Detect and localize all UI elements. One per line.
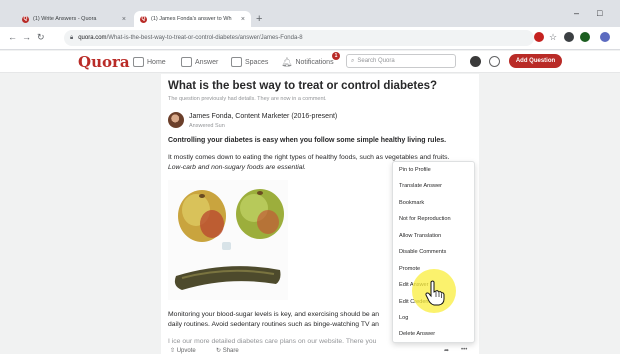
menu-item-delete-answer[interactable]: Delete Answer	[399, 331, 435, 337]
author-name[interactable]: James Fonda, Content Marketer (2016-pres…	[189, 113, 337, 120]
answer-paragraph-faded: I ice our more detailed diabetes care pl…	[168, 338, 377, 345]
nav-spaces[interactable]: Spaces	[231, 51, 268, 73]
menu-item-translate-answer[interactable]: Translate Answer	[399, 183, 442, 189]
share-icon: ↻	[216, 348, 222, 354]
question-subtitle[interactable]: The question previously had details. The…	[168, 96, 327, 102]
share-button[interactable]: ↻ Share	[216, 347, 239, 354]
menu-item-log[interactable]: Log	[399, 315, 408, 321]
extension-icon[interactable]	[534, 32, 544, 42]
answer-options-menu: Pin to Profile Translate Answer Bookmark…	[392, 161, 475, 343]
upvote-button[interactable]: ⇧ Upvote	[170, 347, 196, 354]
nav-notifications[interactable]: 🔔︎ Notifications	[281, 51, 334, 73]
nav-answer[interactable]: Answer	[181, 51, 218, 73]
nav-notifications-label: Notifications	[295, 58, 334, 66]
home-icon	[133, 57, 144, 67]
address-bar[interactable]: 🔒︎ quora.com/What-is-the-best-way-to-tre…	[64, 30, 534, 46]
browser-tab[interactable]: Q (1) Write Answers - Quora ×	[16, 11, 132, 27]
url-path: /What-is-the-best-way-to-treat-or-contro…	[106, 35, 303, 41]
extension-icon[interactable]	[564, 32, 574, 42]
share-arrow-icon[interactable]: ➦	[444, 347, 449, 354]
quora-logo[interactable]: Quora	[78, 51, 130, 73]
notification-badge: 1	[332, 52, 340, 60]
answer-date[interactable]: Answered Sun	[189, 123, 225, 129]
answer-paragraph-italic: Low-carb and non-sugary foods are essent…	[168, 164, 306, 171]
answer-paragraph: Monitoring your blood-sugar levels is ke…	[168, 311, 380, 318]
new-tab-button[interactable]: +	[256, 14, 262, 25]
menu-item-disable-comments[interactable]: Disable Comments	[399, 249, 446, 255]
profile-avatar[interactable]	[600, 32, 610, 42]
answer-action-bar	[161, 346, 479, 354]
close-tab-icon[interactable]: ×	[241, 16, 245, 23]
quora-favicon-icon: Q	[140, 15, 147, 23]
maximize-window-icon[interactable]: □	[597, 8, 602, 18]
spaces-icon	[231, 57, 242, 67]
user-avatar[interactable]	[470, 56, 481, 67]
nav-home[interactable]: Home	[133, 51, 166, 73]
close-tab-icon[interactable]: ×	[122, 16, 126, 23]
menu-item-allow-translation[interactable]: Allow Translation	[399, 233, 441, 239]
upvote-icon: ⇧	[170, 348, 176, 354]
nav-answer-label: Answer	[195, 58, 219, 66]
globe-icon[interactable]	[489, 56, 500, 67]
menu-item-pin-to-profile[interactable]: Pin to Profile	[399, 167, 431, 173]
lock-icon: 🔒︎	[70, 34, 74, 41]
menu-item-promote[interactable]: Promote	[399, 266, 420, 272]
bookmark-star-icon[interactable]: ☆	[548, 32, 558, 42]
reload-icon[interactable]: ↻	[37, 31, 45, 43]
browser-tab-label: (1) James Fonda's answer to Wh	[151, 16, 232, 22]
url-host: quora.com	[78, 35, 107, 41]
browser-tab-active[interactable]: Q (1) James Fonda's answer to Wh ×	[134, 11, 251, 27]
add-question-button[interactable]: Add Question	[509, 54, 562, 68]
back-arrow-icon[interactable]: ←	[8, 31, 17, 43]
answer-image-apple-face[interactable]	[168, 180, 288, 300]
extension-icon[interactable]	[580, 32, 590, 42]
answer-icon	[181, 57, 192, 67]
bell-icon: 🔔︎	[281, 56, 293, 67]
menu-item-bookmark[interactable]: Bookmark	[399, 200, 424, 206]
author-avatar[interactable]	[168, 112, 184, 128]
menu-item-not-for-reproduction[interactable]: Not for Reproduction	[399, 216, 451, 222]
quora-favicon-icon: Q	[22, 15, 29, 23]
search-placeholder: Search Quora	[357, 58, 395, 64]
more-options-button[interactable]: •••	[461, 347, 467, 353]
answer-lead: Controlling your diabetes is easy when y…	[168, 137, 447, 144]
hand-pointer-icon	[425, 280, 445, 308]
forward-arrow-icon[interactable]: →	[22, 31, 31, 43]
share-label: Share	[222, 348, 239, 354]
answer-paragraph: It mostly comes down to eating the right…	[168, 154, 450, 161]
upvote-label: Upvote	[176, 348, 196, 354]
browser-tab-label: (1) Write Answers - Quora	[33, 16, 97, 22]
nav-spaces-label: Spaces	[245, 58, 269, 66]
answer-paragraph: daily routines. Avoid sedentary routines…	[168, 321, 379, 328]
search-input[interactable]: ⌕ Search Quora	[346, 54, 456, 68]
minimize-window-icon[interactable]: –	[574, 8, 579, 18]
nav-home-label: Home	[147, 58, 166, 66]
search-icon: ⌕	[351, 57, 355, 64]
question-title[interactable]: What is the best way to treat or control…	[168, 80, 437, 92]
